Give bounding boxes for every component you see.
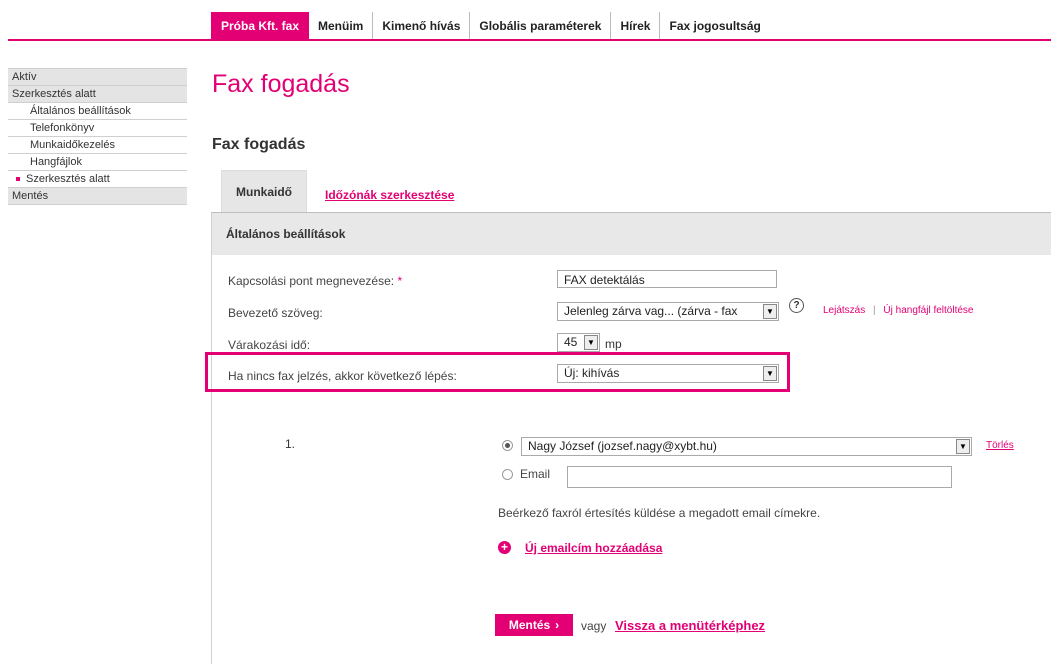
next-step-label: Ha nincs fax jelzés, akkor következő lép… [228, 369, 457, 383]
tab-label: Menüim [318, 18, 364, 33]
email-input[interactable] [567, 466, 952, 488]
sidebar-item-altalanos-beallitasok[interactable]: Általános beállítások [8, 103, 187, 120]
recipient-index: 1. [285, 437, 296, 451]
sidebar-item-szerkesztes-alatt-active[interactable]: Szerkesztés alatt [8, 171, 187, 188]
tab-label: Fax jogosultság [669, 18, 761, 33]
wait-label: Várakozási idő: [228, 338, 311, 352]
tab-label: Hírek [620, 18, 651, 33]
active-bullet-icon [16, 177, 20, 182]
tab-fax-jogosultsag[interactable]: Fax jogosultság [660, 12, 769, 39]
section-title: Fax fogadás [212, 136, 306, 153]
tab-label: Munkaidő [236, 185, 292, 199]
sidebar-item-label: Szerkesztés alatt [12, 88, 96, 100]
wait-unit: mp [605, 337, 622, 351]
chevron-right-icon: › [555, 618, 560, 632]
email-radio[interactable] [502, 469, 513, 480]
tab-label: Globális paraméterek [479, 18, 602, 33]
sidebar-item-label: Aktív [12, 71, 37, 83]
sidebar-item-label: Általános beállítások [30, 105, 131, 117]
save-button[interactable]: Mentés › [495, 614, 573, 636]
wait-select-value: 45 [564, 335, 578, 349]
link-separator: | [873, 305, 876, 316]
back-to-sitemap-link[interactable]: Vissza a menütérképhez [615, 618, 765, 633]
tab-kimeno-hivas[interactable]: Kimenő hívás [373, 12, 471, 39]
intro-select[interactable]: Jelenleg zárva vag... (zárva - fax ▼ [557, 302, 779, 321]
content-tabs: Munkaidő Időzónák szerkesztése [221, 170, 454, 213]
save-button-label: Mentés [508, 618, 551, 632]
sidebar-item-szerkesztes-alatt[interactable]: Szerkesztés alatt [8, 86, 187, 103]
panel-heading-label: Általános beállítások [226, 227, 346, 241]
sidebar-item-mentes[interactable]: Mentés [8, 188, 187, 205]
sidebar-item-label: Munkaidőkezelés [30, 139, 115, 151]
sidebar-item-telefonkonyv[interactable]: Telefonkönyv [8, 120, 187, 137]
tab-proba-kft-fax[interactable]: Próba Kft. fax [211, 12, 310, 39]
help-icon[interactable]: ? [789, 298, 804, 313]
intro-links: Lejátszás | Új hangfájl feltöltése [823, 305, 973, 316]
add-email-link[interactable]: Új emailcím hozzáadása [525, 541, 662, 555]
contact-select[interactable]: Nagy József (jozsef.nagy@xybt.hu) ▼ [521, 437, 972, 456]
sidebar-item-label: Hangfájlok [30, 156, 82, 168]
or-text: vagy [581, 619, 607, 633]
contact-select-value: Nagy József (jozsef.nagy@xybt.hu) [528, 439, 717, 453]
tab-globalis-parameterek[interactable]: Globális paraméterek [470, 12, 612, 39]
chevron-down-icon[interactable]: ▼ [763, 304, 777, 319]
tab-idozonak-szerkesztese[interactable]: Időzónák szerkesztése [325, 188, 454, 202]
tab-menuim[interactable]: Menüim [309, 12, 374, 39]
tab-label: Próba Kft. fax [221, 18, 300, 33]
tab-hirek[interactable]: Hírek [611, 12, 661, 39]
chevron-down-icon[interactable]: ▼ [956, 439, 970, 454]
wait-select[interactable]: 45 ▼ [557, 333, 600, 352]
tab-label: Kimenő hívás [382, 18, 461, 33]
intro-select-value: Jelenleg zárva vag... (zárva - fax [564, 304, 738, 318]
tab-munkaido[interactable]: Munkaidő [221, 170, 307, 213]
play-link[interactable]: Lejátszás [823, 305, 865, 316]
upload-sound-link[interactable]: Új hangfájl feltöltése [883, 305, 973, 316]
intro-label: Bevezető szöveg: [228, 306, 323, 320]
content-left-border [211, 212, 212, 664]
required-mark: * [397, 274, 403, 288]
sidebar-item-munkaidokezeles[interactable]: Munkaidőkezelés [8, 137, 187, 154]
panel-heading: Általános beállítások [212, 213, 1051, 255]
sidebar-item-hangfajlok[interactable]: Hangfájlok [8, 154, 187, 171]
top-divider [8, 39, 1051, 41]
info-text: Beérkező faxról értesítés küldése a mega… [498, 506, 821, 520]
sidebar-item-label: Telefonkönyv [30, 122, 95, 134]
email-label: Email [520, 467, 551, 481]
contact-radio[interactable] [502, 440, 513, 451]
sidebar-item-label: Szerkesztés alatt [26, 173, 110, 185]
name-label-text: Kapcsolási pont megnevezése: [228, 274, 395, 288]
top-navigation: Próba Kft. fax Menüim Kimenő hívás Globá… [211, 12, 770, 39]
sidebar-item-label: Mentés [12, 190, 49, 202]
chevron-down-icon[interactable]: ▼ [763, 366, 777, 381]
name-input[interactable]: FAX detektálás [557, 270, 777, 288]
plus-icon[interactable]: + [498, 541, 511, 554]
name-label: Kapcsolási pont megnevezése: * [228, 274, 402, 288]
next-step-select-value: Új: kihívás [564, 366, 620, 380]
page-title: Fax fogadás [212, 70, 350, 98]
next-step-select[interactable]: Új: kihívás ▼ [557, 364, 779, 383]
delete-link[interactable]: Törlés [986, 440, 1014, 451]
sidebar: Aktív Szerkesztés alatt Általános beállí… [8, 68, 187, 205]
chevron-down-icon[interactable]: ▼ [584, 335, 598, 350]
sidebar-item-aktiv[interactable]: Aktív [8, 68, 187, 86]
